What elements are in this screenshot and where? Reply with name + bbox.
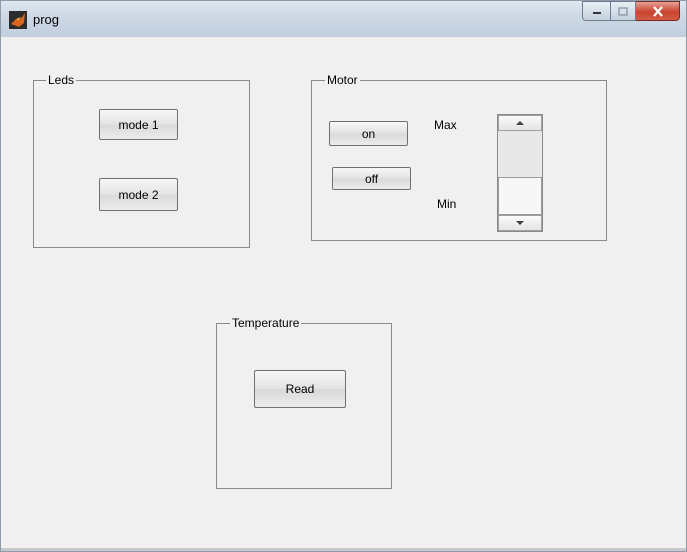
slider-down-arrow[interactable] <box>498 215 542 231</box>
app-window: prog Leds mode 1 mode 2 Motor on off Max… <box>0 0 687 552</box>
slider-thumb[interactable] <box>498 177 542 215</box>
close-button[interactable] <box>636 1 680 21</box>
temperature-panel: Temperature Read <box>216 316 392 489</box>
mode-1-button[interactable]: mode 1 <box>99 109 178 140</box>
mode-2-button[interactable]: mode 2 <box>99 178 178 211</box>
matlab-app-icon <box>9 11 27 29</box>
read-button[interactable]: Read <box>254 370 346 408</box>
caption-buttons <box>582 1 680 21</box>
motor-speed-slider[interactable] <box>497 114 543 232</box>
motor-panel: Motor <box>311 73 607 241</box>
max-label: Max <box>434 118 457 132</box>
title-bar[interactable]: prog <box>1 1 686 37</box>
minimize-icon <box>592 12 601 14</box>
temperature-panel-title: Temperature <box>230 316 302 330</box>
motor-off-button[interactable]: off <box>332 167 411 190</box>
slider-track[interactable] <box>498 131 542 215</box>
motor-panel-title: Motor <box>325 73 360 87</box>
leds-panel: Leds mode 1 mode 2 <box>33 73 250 248</box>
min-label: Min <box>437 197 457 211</box>
window-bottom-edge <box>1 548 686 551</box>
maximize-icon <box>618 6 628 16</box>
arrow-up-icon <box>516 121 524 125</box>
close-icon <box>652 5 663 17</box>
minimize-button[interactable] <box>582 1 610 21</box>
maximize-button[interactable] <box>610 1 636 21</box>
arrow-down-icon <box>516 221 524 225</box>
motor-on-button[interactable]: on <box>329 121 408 146</box>
slider-up-arrow[interactable] <box>498 115 542 131</box>
leds-panel-title: Leds <box>46 73 77 87</box>
window-title: prog <box>33 12 60 27</box>
